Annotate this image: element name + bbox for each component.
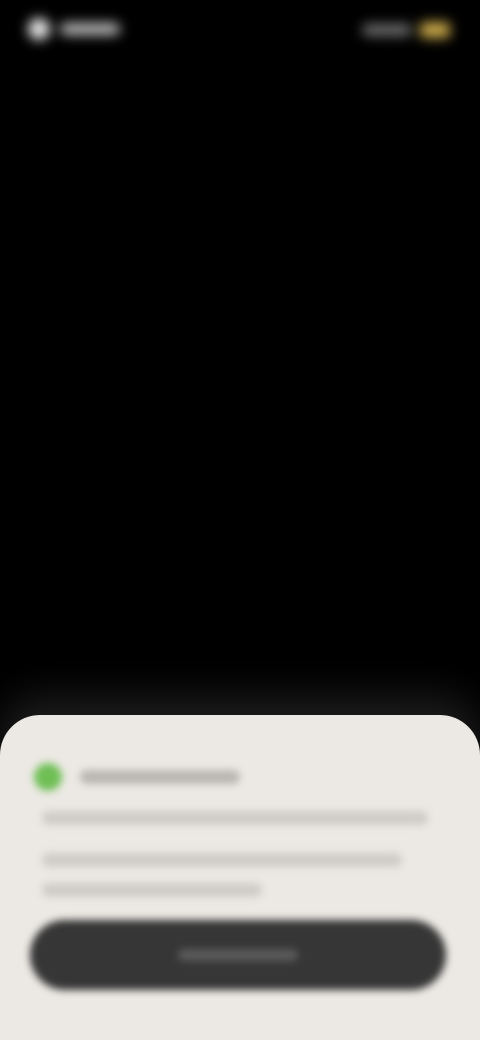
message-line [42,853,402,867]
status-dot-icon [28,18,50,40]
message-line [42,883,262,897]
status-bar [0,0,480,60]
bottom-sheet [0,715,480,1040]
primary-action-label [178,949,298,961]
signal-icon [362,24,412,36]
primary-action-button[interactable] [30,920,446,990]
app-name [80,770,240,784]
status-time [60,23,120,35]
app-header [34,763,240,791]
status-left [28,18,123,40]
app-icon [34,763,62,791]
message-line [42,811,428,825]
battery-icon [420,22,450,38]
bottom-sheet-content [0,715,480,1040]
status-right [350,20,450,40]
